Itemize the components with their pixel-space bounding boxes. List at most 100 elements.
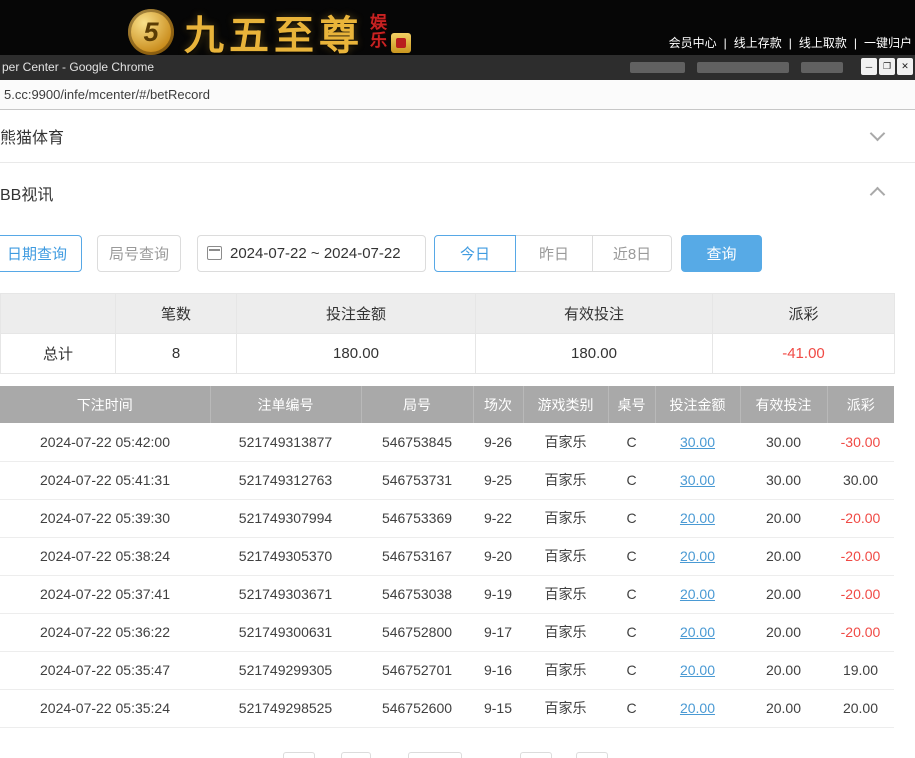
payout-value: -20.00 — [827, 575, 894, 613]
maximize-button[interactable]: ❐ — [879, 58, 895, 75]
bet-time: 2024-07-22 05:36:22 — [0, 613, 210, 651]
bet-amount-link[interactable]: 30.00 — [680, 434, 715, 450]
search-button[interactable]: 查询 — [681, 235, 762, 272]
session: 9-15 — [473, 689, 523, 727]
order-number: 521749313877 — [210, 423, 361, 461]
pagination — [0, 752, 915, 758]
bet-amount-cell: 20.00 — [655, 651, 740, 689]
quick-range-group: 今日 昨日 近8日 — [434, 235, 672, 272]
session: 9-19 — [473, 575, 523, 613]
chevron-down-icon[interactable] — [870, 126, 886, 142]
summary-valid-bet: 180.00 — [476, 334, 713, 374]
game-type: 百家乐 — [523, 461, 608, 499]
table-row: 2024-07-22 05:36:22 521749300631 5467528… — [0, 613, 894, 651]
summary-count: 8 — [116, 334, 237, 374]
round-number: 546753167 — [361, 537, 473, 575]
round-number: 546752600 — [361, 689, 473, 727]
round-number: 546753038 — [361, 575, 473, 613]
pagination-button[interactable] — [576, 752, 608, 758]
header-round-number: 局号 — [361, 386, 473, 423]
section-title: BB视讯 — [0, 181, 53, 205]
window-title: per Center - Google Chrome — [0, 55, 154, 80]
table-row: 2024-07-22 05:35:47 521749299305 5467527… — [0, 651, 894, 689]
order-number: 521749300631 — [210, 613, 361, 651]
game-type: 百家乐 — [523, 689, 608, 727]
bet-amount-link[interactable]: 20.00 — [680, 624, 715, 640]
section-panda-sports[interactable]: 熊猫体育 — [0, 110, 915, 163]
round-query-button[interactable]: 局号查询 — [97, 235, 181, 272]
bet-time: 2024-07-22 05:35:47 — [0, 651, 210, 689]
link-withdraw[interactable]: 线上取款 — [799, 36, 847, 50]
header-table-number: 桌号 — [608, 386, 655, 423]
table-number: C — [608, 575, 655, 613]
link-separator: | — [789, 36, 792, 50]
coin-icon: 5 — [128, 9, 174, 55]
header-session: 场次 — [473, 386, 523, 423]
round-number: 546753731 — [361, 461, 473, 499]
order-number: 521749312763 — [210, 461, 361, 499]
bet-time: 2024-07-22 05:38:24 — [0, 537, 210, 575]
table-row: 2024-07-22 05:37:41 521749303671 5467530… — [0, 575, 894, 613]
bet-time: 2024-07-22 05:37:41 — [0, 575, 210, 613]
link-deposit[interactable]: 线上存款 — [734, 36, 782, 50]
order-number: 521749305370 — [210, 537, 361, 575]
valid-bet: 20.00 — [740, 575, 827, 613]
last-8-days-button[interactable]: 近8日 — [592, 235, 672, 272]
close-button[interactable]: ✕ — [897, 58, 913, 75]
bet-amount-link[interactable]: 20.00 — [680, 586, 715, 602]
summary-header-bet-amount: 投注金额 — [237, 294, 476, 334]
bet-amount-cell: 30.00 — [655, 423, 740, 461]
top-banner: 5 九五至尊 娱 乐 会员中心|线上存款|线上取款|一键归户 — [0, 0, 915, 55]
valid-bet: 20.00 — [740, 613, 827, 651]
pagination-page-input[interactable] — [408, 752, 462, 758]
titlebar-artifact — [697, 62, 789, 73]
pagination-button[interactable] — [341, 752, 371, 758]
logo-subtitle-char: 乐 — [370, 32, 387, 50]
round-number: 546753845 — [361, 423, 473, 461]
bet-amount-link[interactable]: 30.00 — [680, 472, 715, 488]
session: 9-17 — [473, 613, 523, 651]
table-number: C — [608, 499, 655, 537]
address-bar[interactable]: 5.cc:9900/infe/mcenter/#/betRecord — [0, 80, 915, 110]
round-number: 546752800 — [361, 613, 473, 651]
header-bet-amount: 投注金额 — [655, 386, 740, 423]
seal-icon — [391, 33, 411, 53]
bet-amount-link[interactable]: 20.00 — [680, 700, 715, 716]
logo-title: 九五至尊 — [184, 3, 364, 61]
table-number: C — [608, 651, 655, 689]
bet-time: 2024-07-22 05:35:24 — [0, 689, 210, 727]
today-button[interactable]: 今日 — [434, 235, 516, 272]
titlebar-artifacts — [630, 62, 843, 73]
link-separator: | — [724, 36, 727, 50]
pagination-button[interactable] — [283, 752, 315, 758]
yesterday-button[interactable]: 昨日 — [515, 235, 593, 272]
bet-amount-link[interactable]: 20.00 — [680, 510, 715, 526]
summary-header-payout: 派彩 — [713, 294, 895, 334]
date-range-input[interactable]: 2024-07-22 ~ 2024-07-22 — [197, 235, 426, 272]
chevron-up-icon[interactable] — [870, 187, 886, 203]
payout-value: -20.00 — [827, 499, 894, 537]
bet-table-body: 2024-07-22 05:42:00 521749313877 5467538… — [0, 423, 894, 727]
date-range-value: 2024-07-22 ~ 2024-07-22 — [230, 245, 401, 262]
date-query-button[interactable]: 日期查询 — [0, 235, 82, 272]
bet-amount-link[interactable]: 20.00 — [680, 548, 715, 564]
valid-bet: 20.00 — [740, 537, 827, 575]
pagination-button[interactable] — [520, 752, 552, 758]
window-controls: ─ ❐ ✕ — [861, 58, 913, 75]
link-one-key-transfer[interactable]: 一键归户 — [864, 36, 912, 50]
session: 9-20 — [473, 537, 523, 575]
link-member-center[interactable]: 会员中心 — [669, 36, 717, 50]
payout-value: -20.00 — [827, 613, 894, 651]
bet-amount-cell: 20.00 — [655, 613, 740, 651]
bet-amount-cell: 20.00 — [655, 499, 740, 537]
section-bb-video[interactable]: BB视讯 — [0, 163, 915, 222]
payout-value: -20.00 — [827, 537, 894, 575]
bet-amount-cell: 20.00 — [655, 575, 740, 613]
table-number: C — [608, 537, 655, 575]
bet-amount-link[interactable]: 20.00 — [680, 662, 715, 678]
session: 9-26 — [473, 423, 523, 461]
minimize-button[interactable]: ─ — [861, 58, 877, 75]
valid-bet: 20.00 — [740, 689, 827, 727]
table-header-row: 下注时间 注单编号 局号 场次 游戏类别 桌号 投注金额 有效投注 派彩 — [0, 386, 894, 423]
session: 9-22 — [473, 499, 523, 537]
